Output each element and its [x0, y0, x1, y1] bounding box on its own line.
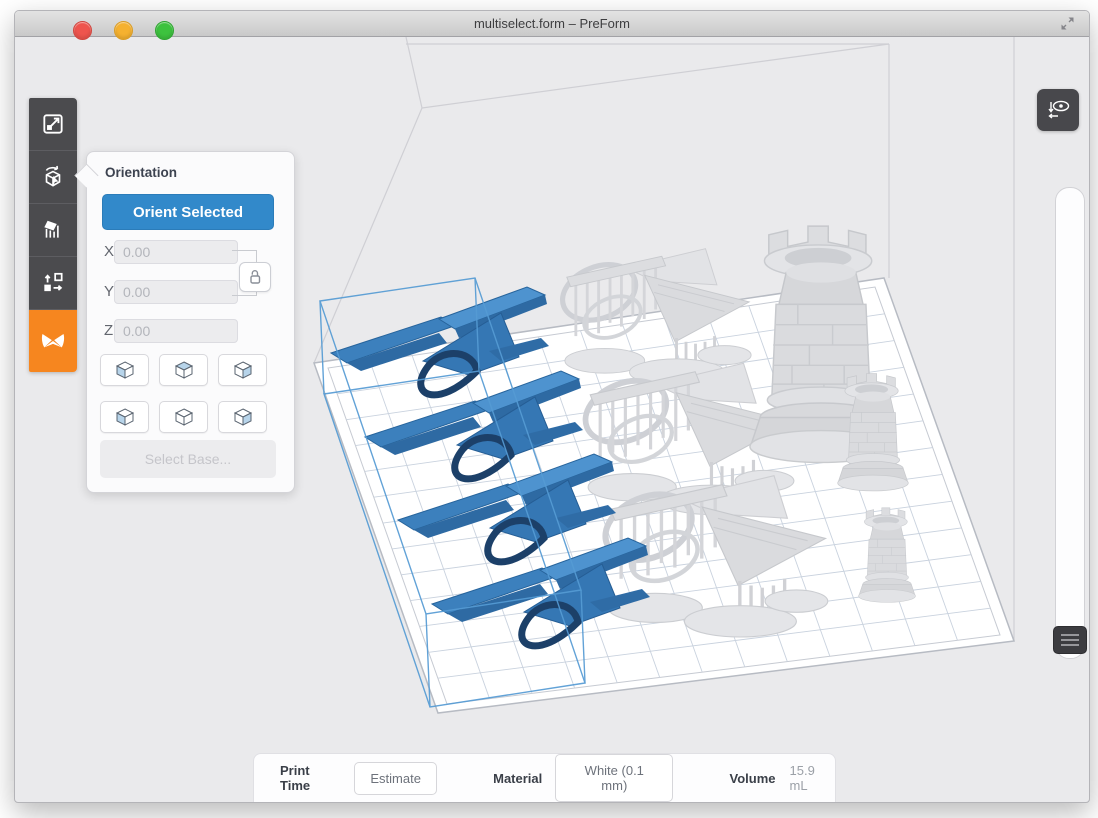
- axis-x-label: X: [104, 243, 114, 260]
- orientation-panel: Orientation Orient Selected X Y Z: [86, 151, 295, 493]
- butterfly-icon: [39, 327, 67, 355]
- cube-face-top-icon: [173, 360, 195, 380]
- window-title: multiselect.form – PreForm: [15, 16, 1089, 31]
- select-base-button[interactable]: Select Base...: [100, 440, 276, 478]
- status-bar: Print Time Estimate Material White (0.1 …: [253, 753, 836, 802]
- supports-icon: [40, 217, 66, 243]
- material-label: Material: [493, 771, 542, 786]
- orient-cube-button-6[interactable]: [218, 401, 267, 433]
- cube-face-bottom-icon: [232, 407, 254, 427]
- print-time-label: Print Time: [280, 763, 341, 793]
- axis-x-input[interactable]: [114, 240, 238, 264]
- fullscreen-icon[interactable]: [1060, 16, 1075, 31]
- orient-selected-button[interactable]: Orient Selected: [102, 194, 274, 230]
- orient-cube-button-3[interactable]: [218, 354, 267, 386]
- preform-window: multiselect.form – PreForm: [14, 10, 1090, 803]
- volume-label: Volume: [730, 771, 776, 786]
- layer-slider-handle[interactable]: [1053, 626, 1087, 654]
- view-options-button[interactable]: [1037, 89, 1079, 131]
- cube-face-left-icon: [114, 360, 136, 380]
- layer-slider-track[interactable]: [1055, 187, 1085, 659]
- supports-tool-button[interactable]: [29, 204, 77, 257]
- cube-face-front-icon: [114, 407, 136, 427]
- orient-tool-button[interactable]: [29, 151, 77, 204]
- cube-face-back-icon: [173, 407, 195, 427]
- orient-icon: [40, 164, 66, 190]
- axis-row-x: X: [87, 240, 294, 264]
- tool-sidebar: [29, 98, 77, 372]
- volume-value: 15.9 mL: [790, 763, 836, 793]
- estimate-button[interactable]: Estimate: [354, 762, 437, 795]
- orient-cube-button-5[interactable]: [159, 401, 208, 433]
- titlebar: multiselect.form – PreForm: [15, 11, 1089, 37]
- view-eye-icon: [1045, 97, 1071, 123]
- orient-cube-button-1[interactable]: [100, 354, 149, 386]
- axis-z-input[interactable]: [114, 319, 238, 343]
- lock-xy-button[interactable]: [239, 262, 271, 292]
- material-select-button[interactable]: White (0.1 mm): [555, 754, 673, 802]
- scale-tool-button[interactable]: [29, 98, 77, 151]
- axis-y-label: Y: [104, 283, 114, 300]
- axis-row-z: Z: [87, 319, 294, 343]
- one-click-print-button[interactable]: [29, 310, 77, 372]
- unlocked-padlock-icon: [248, 269, 262, 285]
- panel-title: Orientation: [105, 165, 177, 180]
- layout-icon: [40, 270, 66, 296]
- orient-cube-button-2[interactable]: [159, 354, 208, 386]
- orient-cube-button-4[interactable]: [100, 401, 149, 433]
- axis-z-label: Z: [104, 322, 113, 339]
- layout-tool-button[interactable]: [29, 257, 77, 310]
- scale-icon: [40, 111, 66, 137]
- cube-face-right-icon: [232, 360, 254, 380]
- axis-y-input[interactable]: [114, 280, 238, 304]
